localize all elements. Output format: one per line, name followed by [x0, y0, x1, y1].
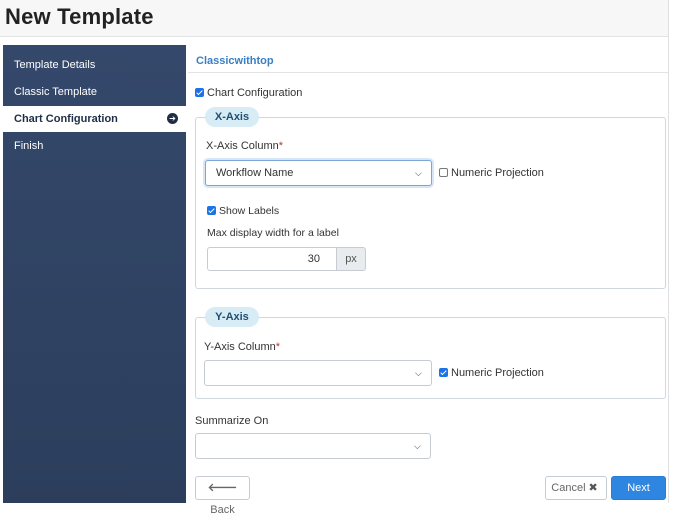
page-title: New Template: [5, 4, 154, 29]
chevron-down-icon: ⌵: [414, 441, 421, 451]
y-axis-section: [195, 317, 666, 399]
unit-addon: px: [337, 247, 366, 271]
template-name: Classicwithtop: [196, 55, 274, 67]
page-header: New Template: [0, 0, 668, 37]
y-axis-column-select[interactable]: ⌵: [204, 360, 432, 386]
sidebar-item-label: Finish: [14, 140, 44, 152]
x-axis-column-select[interactable]: Workflow Name ⌵: [205, 160, 432, 186]
sidebar-item-label: Chart Configuration: [14, 113, 118, 125]
max-width-label: Max display width for a label: [207, 227, 339, 239]
cancel-button[interactable]: Cancel ✖: [545, 476, 607, 500]
main-panel: Classicwithtop Chart Configuration X-Axi…: [186, 45, 668, 516]
frame-border: [668, 0, 669, 503]
select-value: Workflow Name: [216, 167, 294, 179]
sidebar-item-classic-template[interactable]: Classic Template: [3, 79, 186, 105]
wizard-sidebar: Template Details Classic Template Chart …: [3, 45, 186, 503]
x-axis-column-label: X-Axis Column*: [206, 140, 284, 152]
sidebar-item-template-details[interactable]: Template Details: [3, 52, 186, 78]
chart-configuration-checkbox[interactable]: [195, 88, 204, 97]
required-mark: *: [278, 140, 284, 152]
summarize-on-select[interactable]: ⌵: [195, 433, 431, 459]
arrow-right-circle-icon: ➔: [167, 113, 178, 124]
x-numeric-projection-checkbox[interactable]: [439, 168, 448, 177]
y-axis-legend: Y-Axis: [205, 307, 259, 327]
chart-configuration-label: Chart Configuration: [207, 87, 303, 99]
required-mark: *: [275, 341, 281, 353]
sidebar-item-label: Classic Template: [14, 86, 97, 98]
next-button[interactable]: Next🡒: [611, 476, 666, 516]
y-axis-column-label: Y-Axis Column*: [204, 341, 281, 353]
y-numeric-projection-checkbox[interactable]: [439, 368, 448, 377]
x-numeric-projection-label: Numeric Projection: [451, 167, 544, 179]
y-numeric-projection-label: Numeric Projection: [451, 367, 544, 379]
sidebar-item-label: Template Details: [14, 59, 96, 71]
arrow-right-icon: 🡒: [623, 504, 654, 516]
show-labels-label: Show Labels: [219, 205, 280, 217]
sidebar-item-finish[interactable]: Finish: [3, 133, 186, 159]
chevron-down-icon: ⌵: [415, 368, 422, 378]
arrow-left-icon: 🡐: [207, 482, 238, 494]
divider: [188, 72, 668, 73]
chevron-down-icon: ⌵: [415, 168, 422, 178]
summarize-on-label: Summarize On: [195, 415, 269, 427]
sidebar-item-chart-configuration[interactable]: Chart Configuration ➔: [3, 106, 186, 132]
x-axis-legend: X-Axis: [205, 107, 259, 127]
max-width-input[interactable]: 30: [207, 247, 337, 271]
back-button[interactable]: 🡐Back: [195, 476, 250, 516]
show-labels-checkbox[interactable]: [207, 206, 216, 215]
close-icon: ✖: [588, 482, 598, 494]
